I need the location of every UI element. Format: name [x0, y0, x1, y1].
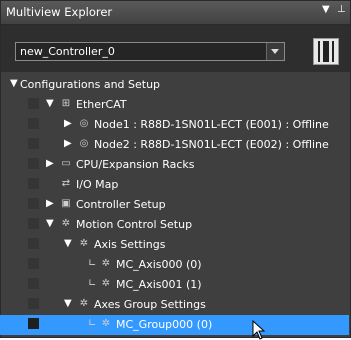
node-icon: ◎ [79, 138, 89, 149]
title-bar: Multiview Explorer ▼ ⊥ [1, 1, 350, 25]
motion-icon: ✲ [61, 218, 71, 229]
collapse-arrow-icon[interactable]: ▼ [10, 78, 18, 90]
controller-icon: ▣ [61, 198, 71, 209]
dropdown-menu-icon[interactable]: ▼ [322, 4, 330, 15]
io-map-icon: ⇄ [61, 178, 71, 189]
tree-item[interactable]: ∟ ✲ MC_Axis000 (0) [0, 255, 349, 275]
axes-group-icon: ✲ [79, 298, 89, 309]
tree-branch-line: ∟ [88, 258, 97, 269]
collapse-arrow-icon[interactable]: ▼ [64, 298, 72, 310]
expand-arrow-icon[interactable]: ▶ [46, 158, 54, 170]
tree-item-label: I/O Map [76, 178, 119, 191]
axis-icon: ✲ [101, 278, 111, 289]
tree-item[interactable]: ∟ ✲ MC_Axis001 (1) [0, 275, 349, 295]
row-state-marker [28, 238, 39, 249]
network-icon: ⊞ [61, 98, 71, 109]
tree-item[interactable]: ▼ ✲ Motion Control Setup [0, 215, 349, 235]
row-state-marker [28, 258, 39, 269]
tree-item-label: Node1 : R88D-1SN01L-ECT (E001) : Offline [94, 118, 329, 131]
tree-item-label: Configurations and Setup [20, 78, 161, 91]
tree-item-label: Node2 : R88D-1SN01L-ECT (E002) : Offline [94, 138, 329, 151]
tree-item-label: Motion Control Setup [76, 218, 193, 231]
tree-item-label: CPU/Expansion Racks [76, 158, 195, 171]
rack-icon: ▭ [61, 158, 71, 169]
tree-item[interactable]: ▶ ▭ CPU/Expansion Racks [0, 155, 349, 175]
tree-item[interactable]: ▼ ⊞ EtherCAT [0, 95, 349, 115]
tree-item[interactable]: ▼ ✲ Axes Group Settings [0, 295, 349, 315]
tree-item-label: MC_Axis001 (1) [116, 278, 202, 291]
axis-icon: ✲ [101, 258, 111, 269]
tree-item[interactable]: ⇄ I/O Map [0, 175, 349, 195]
tree-item[interactable]: ▼ ✲ Axis Settings [0, 235, 349, 255]
tree-branch-line: ∟ [88, 318, 97, 329]
expand-arrow-icon[interactable]: ▶ [64, 118, 72, 130]
row-state-marker [28, 318, 39, 329]
chevron-down-icon[interactable] [266, 43, 284, 60]
tree-item[interactable]: ▶ ◎ Node1 : R88D-1SN01L-ECT (E001) : Offli… [0, 115, 349, 135]
row-state-marker [28, 98, 39, 109]
controller-select-value: new_Controller_0 [20, 45, 115, 58]
row-state-marker [28, 178, 39, 189]
row-state-marker [28, 218, 39, 229]
tree-item-label: MC_Group000 (0) [116, 318, 213, 331]
row-state-marker [28, 118, 39, 129]
tree-item[interactable]: ▶ ▣ Controller Setup [0, 195, 349, 215]
row-state-marker [28, 158, 39, 169]
row-state-marker [28, 138, 39, 149]
tree-item-label: Axes Group Settings [94, 298, 206, 311]
mouse-cursor-icon [252, 320, 266, 340]
tree-item-label: EtherCAT [76, 98, 127, 111]
collapse-arrow-icon[interactable]: ▼ [46, 218, 54, 230]
row-state-marker [28, 198, 39, 209]
controller-icon-button[interactable] [313, 38, 339, 65]
axis-settings-icon: ✲ [79, 238, 89, 249]
group-icon: ✲ [101, 318, 111, 329]
expand-arrow-icon[interactable]: ▶ [46, 198, 54, 210]
tree-branch-line: ∟ [88, 278, 97, 289]
pin-icon[interactable]: ⊥ [337, 4, 346, 15]
tree-item[interactable]: ∟ ✲ MC_Group000 (0) [0, 315, 349, 335]
tree-item-label: Axis Settings [94, 238, 166, 251]
expand-arrow-icon[interactable]: ▶ [64, 138, 72, 150]
collapse-arrow-icon[interactable]: ▼ [46, 98, 54, 110]
tree-item[interactable]: ▼ Configurations and Setup [0, 75, 349, 95]
row-state-marker [28, 298, 39, 309]
controller-select[interactable]: new_Controller_0 [15, 42, 285, 61]
tree-item[interactable]: ▶ ◎ Node2 : R88D-1SN01L-ECT (E002) : Offli… [0, 135, 349, 155]
panel-title: Multiview Explorer [6, 5, 113, 19]
tree-item-label: MC_Axis000 (0) [116, 258, 202, 271]
node-icon: ◎ [79, 118, 89, 129]
tree-item-label: Controller Setup [76, 198, 166, 211]
collapse-arrow-icon[interactable]: ▼ [64, 238, 72, 250]
row-state-marker [28, 278, 39, 289]
